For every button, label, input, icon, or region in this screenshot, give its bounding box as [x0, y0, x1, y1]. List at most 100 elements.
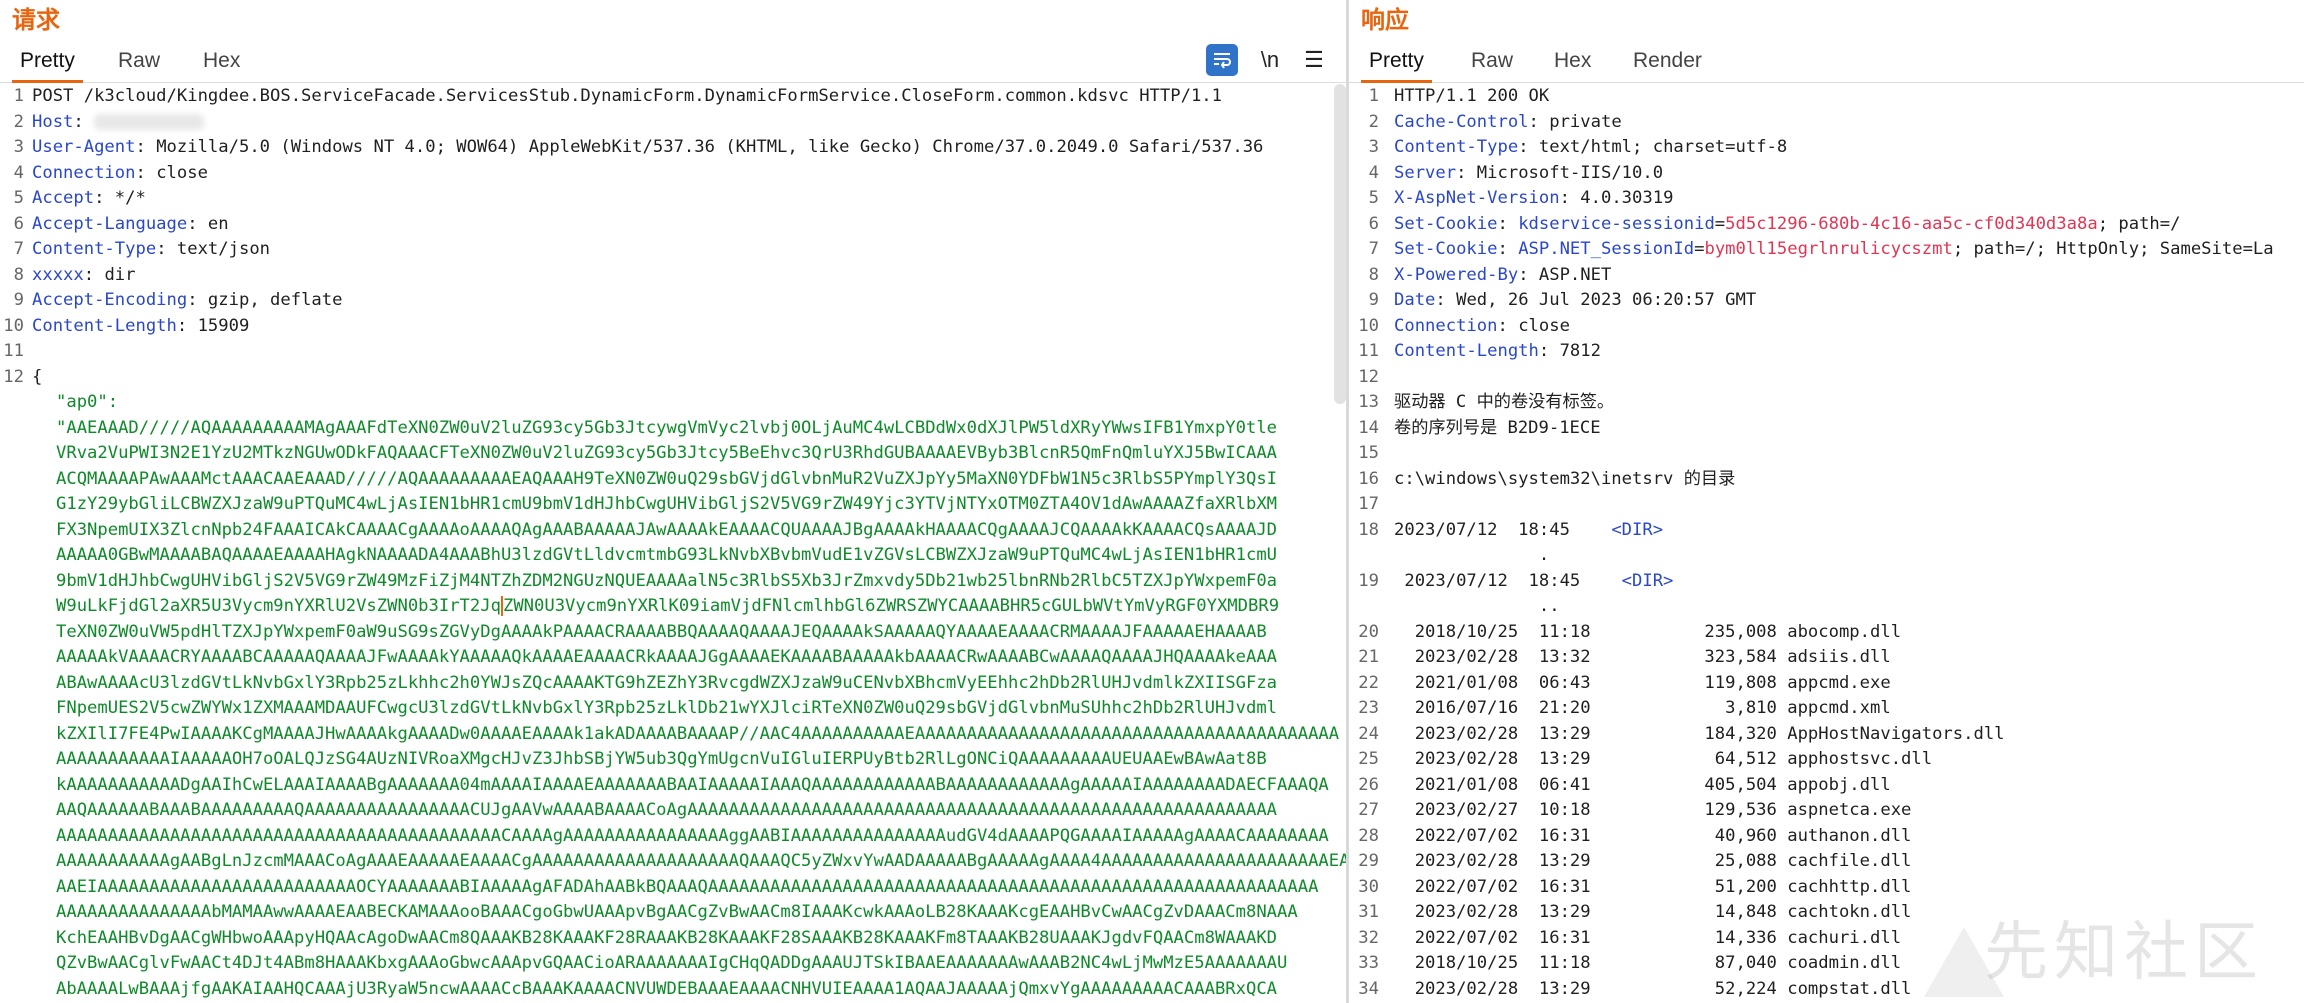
response-line: 1 HTTP/1.1 200 OK: [1349, 84, 2304, 110]
watermark: 先知社区: [1984, 916, 2264, 990]
line-content: 2023/02/28 13:32 323,584 adsiis.dll: [1394, 645, 2304, 671]
header-name: Accept-Language: [32, 213, 188, 234]
header-sep: :: [176, 315, 198, 336]
file-date: 2023/02/28 13:29: [1394, 749, 1591, 769]
response-tab-pretty[interactable]: Pretty: [1361, 46, 1432, 83]
line-number: 6: [1368, 213, 1379, 234]
line-number: 9: [1368, 290, 1379, 310]
file-name: abocomp.dll: [1787, 621, 1902, 642]
line-number: 3: [1368, 137, 1379, 157]
file-name: coadmin.dll: [1787, 953, 1902, 973]
file-row: 27 2023/02/27 10:18 129,536 aspnetca.exe: [1349, 798, 2304, 824]
line-content: Server: Microsoft-IIS/10.0: [1394, 161, 2304, 187]
file-date: 2023/02/28 13:29: [1394, 851, 1591, 871]
base64-text: KchEAAHBvDgAACgWHbwoAAApyHQAAcAgoDwAACm8…: [56, 927, 1278, 948]
response-line: 11 Content-Length: 7812: [1349, 339, 2304, 365]
line-content: X-AspNet-Version: 4.0.30319: [1394, 186, 2304, 212]
line-number: 12: [1358, 366, 1379, 387]
base64-line: W9uLkFjdGl2aXR5U3Vycm9nYXRlU2VsZWN0b3IrT…: [0, 594, 1346, 620]
dir-tag: <DIR>: [1611, 519, 1664, 540]
base64-text: kAAAAAAAAAAADgAAIhCwELAAAIAAAABgAAAAAAA0…: [56, 774, 1329, 795]
file-size: 51,200: [1590, 876, 1788, 897]
word-wrap-icon[interactable]: [1206, 44, 1238, 76]
dir-sub: ..: [1394, 596, 1560, 616]
base64-text: AAAAA0GBwMAAAABAQAAAAEAAAAHAgkNAAAADA4AA…: [56, 545, 1278, 565]
line-content: Host:: [32, 110, 1346, 136]
base64-line: AAAAAAAAAAAgAABgLnJzcmMAAACoAgAAAEAAAAAE…: [0, 849, 1346, 875]
base64-line: FX3NpemUIX3ZlcnNpb24FAAAICAkCAAAACgAAAAo…: [0, 518, 1346, 544]
request-tab-raw[interactable]: Raw: [118, 46, 160, 76]
header-sep: :: [1538, 341, 1560, 361]
request-scrollbar[interactable]: [1334, 84, 1346, 404]
base64-line: 9bmV1dHJhbCwgUHVibGljS2V5VG9rZW49MzFiZjM…: [0, 569, 1346, 595]
line-number: 8: [13, 264, 24, 285]
file-name: appobj.dll: [1787, 774, 1891, 795]
request-line: 6 Accept-Language: en: [0, 212, 1346, 238]
line-content: Content-Length: 15909: [32, 314, 1346, 340]
file-date: 2018/10/25 11:18: [1394, 953, 1591, 973]
header-sep: :: [135, 162, 157, 183]
request-tab-hex[interactable]: Hex: [203, 46, 240, 76]
response-line: 16 c:\windows\system32\inetsrv 的目录: [1349, 467, 2304, 493]
base64-text: TeXN0ZW0uVW5pdHlTZXJpYWxpemF0aW9uSG9sZGV…: [56, 621, 1267, 642]
line-content: 卷的序列号是 B2D9-1ECE: [1394, 416, 2304, 442]
file-size: 184,320: [1590, 723, 1788, 744]
line-number: 6: [13, 213, 24, 234]
line-number: 24: [1358, 723, 1379, 744]
dir-entry: 18 2023/07/12 18:45 <DIR> .: [1349, 518, 2304, 569]
header-name: xxxxx: [32, 264, 84, 285]
file-date: 2022/07/02 16:31: [1394, 825, 1591, 846]
line-number: 15: [1358, 443, 1379, 463]
request-editor[interactable]: 1 POST /k3cloud/Kingdee.BOS.ServiceFacade…: [0, 84, 1346, 1003]
line-content: 2021/01/08 06:41 405,504 appobj.dll: [1394, 773, 2304, 799]
line-number: 9: [13, 290, 24, 310]
file-date: 2023/02/28 13:32: [1394, 647, 1591, 667]
base64-line: AAAAAAAAAAAAAAAbMAMAAwwAAAAEAABECKAMAAAo…: [0, 900, 1346, 926]
header-name: Content-Length: [1394, 341, 1539, 361]
response-tab-raw[interactable]: Raw: [1471, 46, 1513, 76]
file-name: AppHostNavigators.dll: [1787, 723, 2005, 744]
header-name: User-Agent: [32, 137, 136, 157]
response-line: 6 Set-Cookie: kdservice-sessionid=5d5c129…: [1349, 212, 2304, 238]
file-date: 2016/07/16 21:20: [1394, 698, 1591, 718]
line-content: User-Agent: Mozilla/5.0 (Windows NT 4.0;…: [32, 135, 1346, 161]
line-number: 2: [1368, 111, 1379, 132]
text-caret: [500, 596, 503, 616]
request-tab-pretty[interactable]: Pretty: [12, 46, 83, 83]
response-line: 8 X-Powered-By: ASP.NET: [1349, 263, 2304, 289]
line-number: 7: [13, 239, 24, 259]
line-content: Connection: close: [32, 161, 1346, 187]
response-line: 15: [1349, 441, 2304, 467]
line-content: Cache-Control: private: [1394, 110, 2304, 136]
base64-line: kAAAAAAAAAAADgAAIhCwELAAAIAAAABgAAAAAAA0…: [0, 773, 1346, 799]
base64-line: AAAAAAAAAAAIAAAAAOH7oOALQJzSG4AUzNIVRoaX…: [0, 747, 1346, 773]
show-newlines-icon[interactable]: \n: [1254, 44, 1286, 76]
response-editor[interactable]: 1 HTTP/1.1 200 OK 2 Cache-Control: private 3…: [1349, 84, 2304, 1003]
line-number: 34: [1358, 978, 1379, 999]
file-row: 28 2022/07/02 16:31 40,960 authanon.dll: [1349, 824, 2304, 850]
menu-icon[interactable]: ☰: [1298, 44, 1330, 76]
line-number: 17: [1358, 494, 1379, 514]
body-text: 驱动器 C 中的卷没有标签。: [1394, 392, 1615, 412]
header-sep: :: [156, 239, 177, 259]
header-value: text/json: [176, 239, 271, 259]
header-name: Content-Length: [32, 315, 177, 336]
response-tab-hex[interactable]: Hex: [1554, 46, 1591, 76]
response-line: 9 Date: Wed, 26 Jul 2023 06:20:57 GMT: [1349, 288, 2304, 314]
header-sep: :: [1497, 315, 1519, 336]
line-content: X-Powered-By: ASP.NET: [1394, 263, 2304, 289]
base64-text: FX3NpemUIX3ZlcnNpb24FAAAICAkCAAAACgAAAAo…: [56, 519, 1278, 540]
base64-text: W9uLkFjdGl2aXR5U3Vycm9nYXRlU2VsZWN0b3IrT…: [56, 596, 1280, 616]
header-sep: :: [1497, 213, 1519, 234]
line-number: 3: [13, 137, 24, 157]
file-date: 2018/10/25 11:18: [1394, 621, 1591, 642]
header-name: Set-Cookie: [1394, 239, 1498, 259]
line-content: 2023/07/12 18:45 <DIR> ..: [1394, 569, 2304, 620]
file-date: 2021/01/08 06:41: [1394, 774, 1591, 795]
header-value: text/html; charset=utf-8: [1538, 137, 1788, 157]
response-tab-render[interactable]: Render: [1633, 46, 1702, 76]
line-number: 12: [3, 366, 24, 387]
base64-text: QZvBwAACglvFwAACt4DJt4ABm8HAAAKbxgAAAoGb…: [56, 953, 1288, 973]
line-number: 21: [1358, 647, 1379, 667]
header-name: Cache-Control: [1394, 111, 1529, 132]
